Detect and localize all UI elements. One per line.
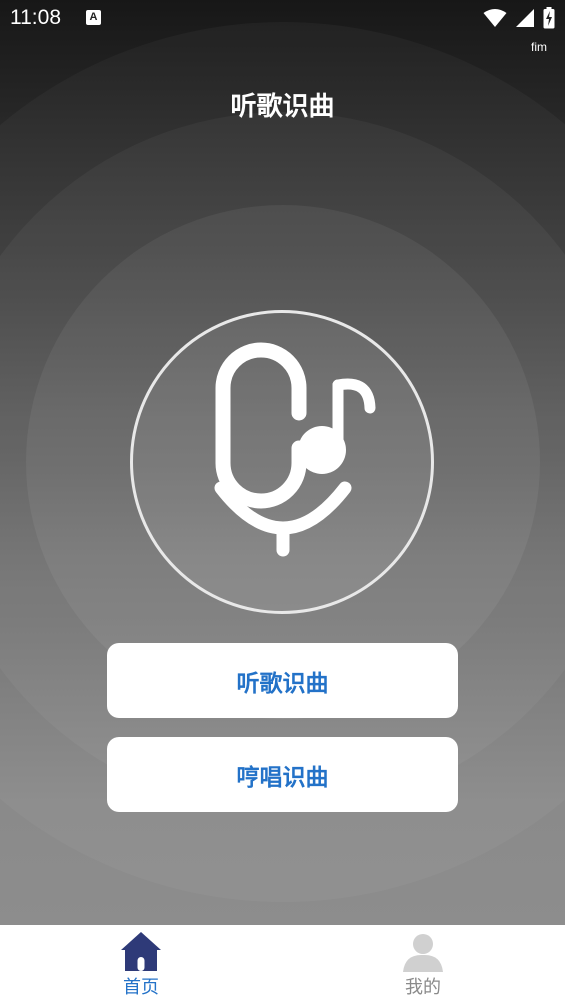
notification-a-icon: A bbox=[86, 10, 101, 25]
battery-icon bbox=[543, 7, 555, 29]
listen-recognize-button[interactable]: 听歌识曲 bbox=[107, 643, 458, 718]
carrier-label: fim bbox=[531, 40, 547, 54]
recognize-mic-button[interactable] bbox=[130, 310, 434, 614]
tab-home-label: 首页 bbox=[123, 977, 159, 998]
status-icons bbox=[483, 7, 555, 29]
status-bar: 11:08 A fim bbox=[0, 0, 565, 54]
screen: 11:08 A fim 听歌识曲 听歌识曲 哼唱识曲 首页 我的 bbox=[0, 0, 565, 1004]
page-title: 听歌识曲 bbox=[230, 92, 335, 122]
bottom-tab-bar: 首页 我的 bbox=[0, 925, 565, 1004]
tab-home[interactable]: 首页 bbox=[61, 925, 221, 1004]
mic-music-icon bbox=[214, 342, 376, 557]
home-icon bbox=[121, 932, 161, 971]
user-icon bbox=[403, 934, 443, 972]
tab-mine[interactable]: 我的 bbox=[343, 925, 503, 1004]
wifi-icon bbox=[483, 9, 507, 27]
notification-a-letter: A bbox=[89, 11, 98, 23]
tab-mine-label: 我的 bbox=[405, 977, 441, 998]
status-time: 11:08 bbox=[10, 6, 61, 29]
signal-icon bbox=[516, 9, 534, 27]
hum-recognize-button[interactable]: 哼唱识曲 bbox=[107, 737, 458, 812]
